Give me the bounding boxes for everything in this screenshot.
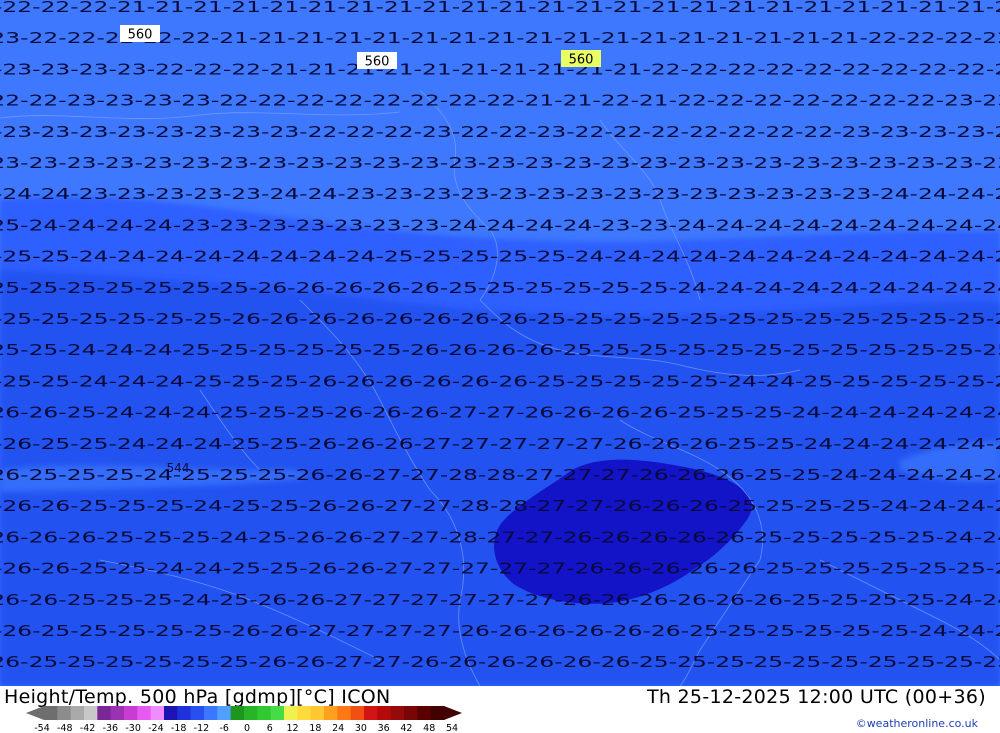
legend-swatch — [164, 706, 178, 720]
legend-swatch — [70, 706, 85, 720]
legend-tick-label: 12 — [287, 723, 299, 732]
isotherm-row: -25-25-24-24-24-24-24-24-24-24-25-25-25-… — [0, 248, 1000, 266]
legend-tick-label: -18 — [171, 723, 187, 732]
isotherm-row: -22-22-22-21-21-21-21-21-21-21-21-21-21-… — [0, 0, 1000, 16]
isotherm-row: -26-26-25-24-24-24-25-25-25-26-26-26-27-… — [0, 404, 1000, 422]
legend-swatch — [97, 706, 112, 720]
legend-swatch — [297, 706, 312, 720]
legend-arrow-left — [26, 706, 44, 720]
contour-label: 560 — [128, 28, 153, 43]
legend-swatch — [137, 706, 152, 720]
legend-tick-label: -42 — [80, 723, 96, 732]
isotherm-row: -25-24-24-24-24-23-23-23-23-23-23-23-24-… — [0, 216, 1000, 234]
legend-swatch — [217, 706, 232, 720]
legend-arrow-right — [444, 706, 462, 720]
valid-time: Th 25-12-2025 12:00 UTC (00+36) — [646, 686, 986, 708]
legend-tick-label: 36 — [378, 723, 390, 732]
isotherm-row: -25-25-24-24-24-25-25-25-26-26-26-26-26-… — [0, 372, 1000, 390]
legend-tick-label: 30 — [355, 723, 367, 732]
legend-swatch — [324, 706, 338, 720]
legend-swatches — [26, 706, 462, 720]
legend-swatch — [124, 706, 138, 720]
legend-tick-label: -54 — [34, 723, 50, 732]
legend-swatch — [337, 706, 352, 720]
contour-label: 544 — [167, 461, 190, 475]
footer-bar: Height/Temp. 500 hPa [gdmp][°C] ICON Th … — [0, 686, 1000, 733]
legend-tick-label: 18 — [309, 723, 321, 732]
weather-map: -22-22-22-21-21-21-21-21-21-21-21-21-21-… — [0, 0, 1000, 687]
legend-swatch — [44, 706, 58, 720]
legend-tick-label: 0 — [244, 723, 250, 732]
isotherm-row: -23-23-23-23-23-23-23-23-22-22-22-23-22-… — [0, 123, 1000, 141]
credit-link[interactable]: ©weatheronline.co.uk — [856, 717, 978, 730]
legend-swatch — [110, 706, 125, 720]
legend-swatch — [150, 706, 165, 720]
legend-tick-label: 24 — [332, 723, 344, 732]
isotherm-row: -26-26-25-25-25-24-25-26-26-27-27-27-27-… — [0, 591, 1000, 609]
isotherm-row: -24-24-23-23-23-23-23-24-24-23-23-23-23-… — [0, 185, 1000, 203]
map-title: Height/Temp. 500 hPa [gdmp][°C] ICON — [4, 686, 391, 708]
legend-swatch — [350, 706, 365, 720]
isotherm-row: -26-26-26-25-25-25-24-25-26-26-27-27-28-… — [0, 528, 1000, 546]
contour-label: 560 — [569, 53, 594, 68]
contour-label: 560 — [365, 55, 390, 70]
isotherm-row: -26-25-25-25-25-25-26-26-27-27-27-27-26-… — [0, 622, 1000, 640]
legend-tick-label: 48 — [423, 723, 435, 732]
isotherm-row: -25-25-25-25-25-25-26-26-26-26-26-26-26-… — [0, 310, 1000, 328]
legend-tick-label: 42 — [400, 723, 412, 732]
legend-swatch — [84, 706, 98, 720]
isotherm-row: -23-23-23-23-23-23-23-23-23-23-23-23-23-… — [0, 154, 1000, 172]
legend-swatch — [177, 706, 192, 720]
isotherm-row: -26-26-25-25-25-24-25-25-26-26-27-27-28-… — [0, 497, 1000, 515]
legend-swatch — [430, 706, 445, 720]
legend-tick-labels: -54 -48 -42 -36 -30 -24 -18 -12 -6 0 6 12 18 24 30 36 42… — [34, 723, 458, 732]
legend-swatch — [230, 706, 245, 720]
legend-swatch — [284, 706, 298, 720]
legend-tick-label: -48 — [57, 723, 73, 732]
legend-swatch — [404, 706, 418, 720]
legend-tick-label: 6 — [267, 723, 273, 732]
legend-swatch — [390, 706, 405, 720]
isotherm-row: -26-25-25-25-24-25-25-25-26-26-27-27-28-… — [0, 466, 1000, 484]
legend-swatch — [270, 706, 285, 720]
isotherm-row: -25-25-24-24-24-25-25-25-25-25-25-26-26-… — [0, 341, 1000, 359]
legend-tick-label: 54 — [446, 723, 458, 732]
legend-swatch — [190, 706, 205, 720]
color-scale-legend: -54 -48 -42 -36 -30 -24 -18 -12 -6 0 6 12 18 24 30 36 42… — [26, 706, 462, 732]
legend-swatch — [310, 706, 325, 720]
legend-tick-label: -36 — [103, 723, 119, 732]
isotherm-row: -26-25-25-25-25-25-25-26-26-27-27-26-26-… — [0, 653, 1000, 671]
legend-swatch — [417, 706, 432, 720]
legend-tick-label: -6 — [219, 723, 228, 732]
map-canvas: -22-22-22-21-21-21-21-21-21-21-21-21-21-… — [0, 0, 1000, 687]
legend-tick-label: -12 — [194, 723, 210, 732]
legend-swatch — [57, 706, 72, 720]
legend-swatch — [377, 706, 392, 720]
isotherm-row: -26-26-25-25-24-24-25-25-26-26-27-27-27-… — [0, 560, 1000, 578]
isotherm-row: -25-25-25-25-25-25-25-26-26-26-26-26-25-… — [0, 279, 1000, 297]
isotherm-row: -26-25-25-24-24-24-25-25-26-26-26-27-27-… — [0, 435, 1000, 453]
legend-swatch — [204, 706, 218, 720]
isotherm-row: -23-23-23-23-22-22-22-21-21-21-21-21-21-… — [0, 60, 1000, 78]
legend-swatch — [244, 706, 258, 720]
isotherm-row: -22-22-23-23-23-23-22-22-22-22-22-22-22-… — [0, 92, 1000, 110]
legend-swatch — [364, 706, 378, 720]
legend-tick-label: -30 — [125, 723, 141, 732]
legend-tick-label: -24 — [148, 723, 164, 732]
legend-swatch — [257, 706, 272, 720]
